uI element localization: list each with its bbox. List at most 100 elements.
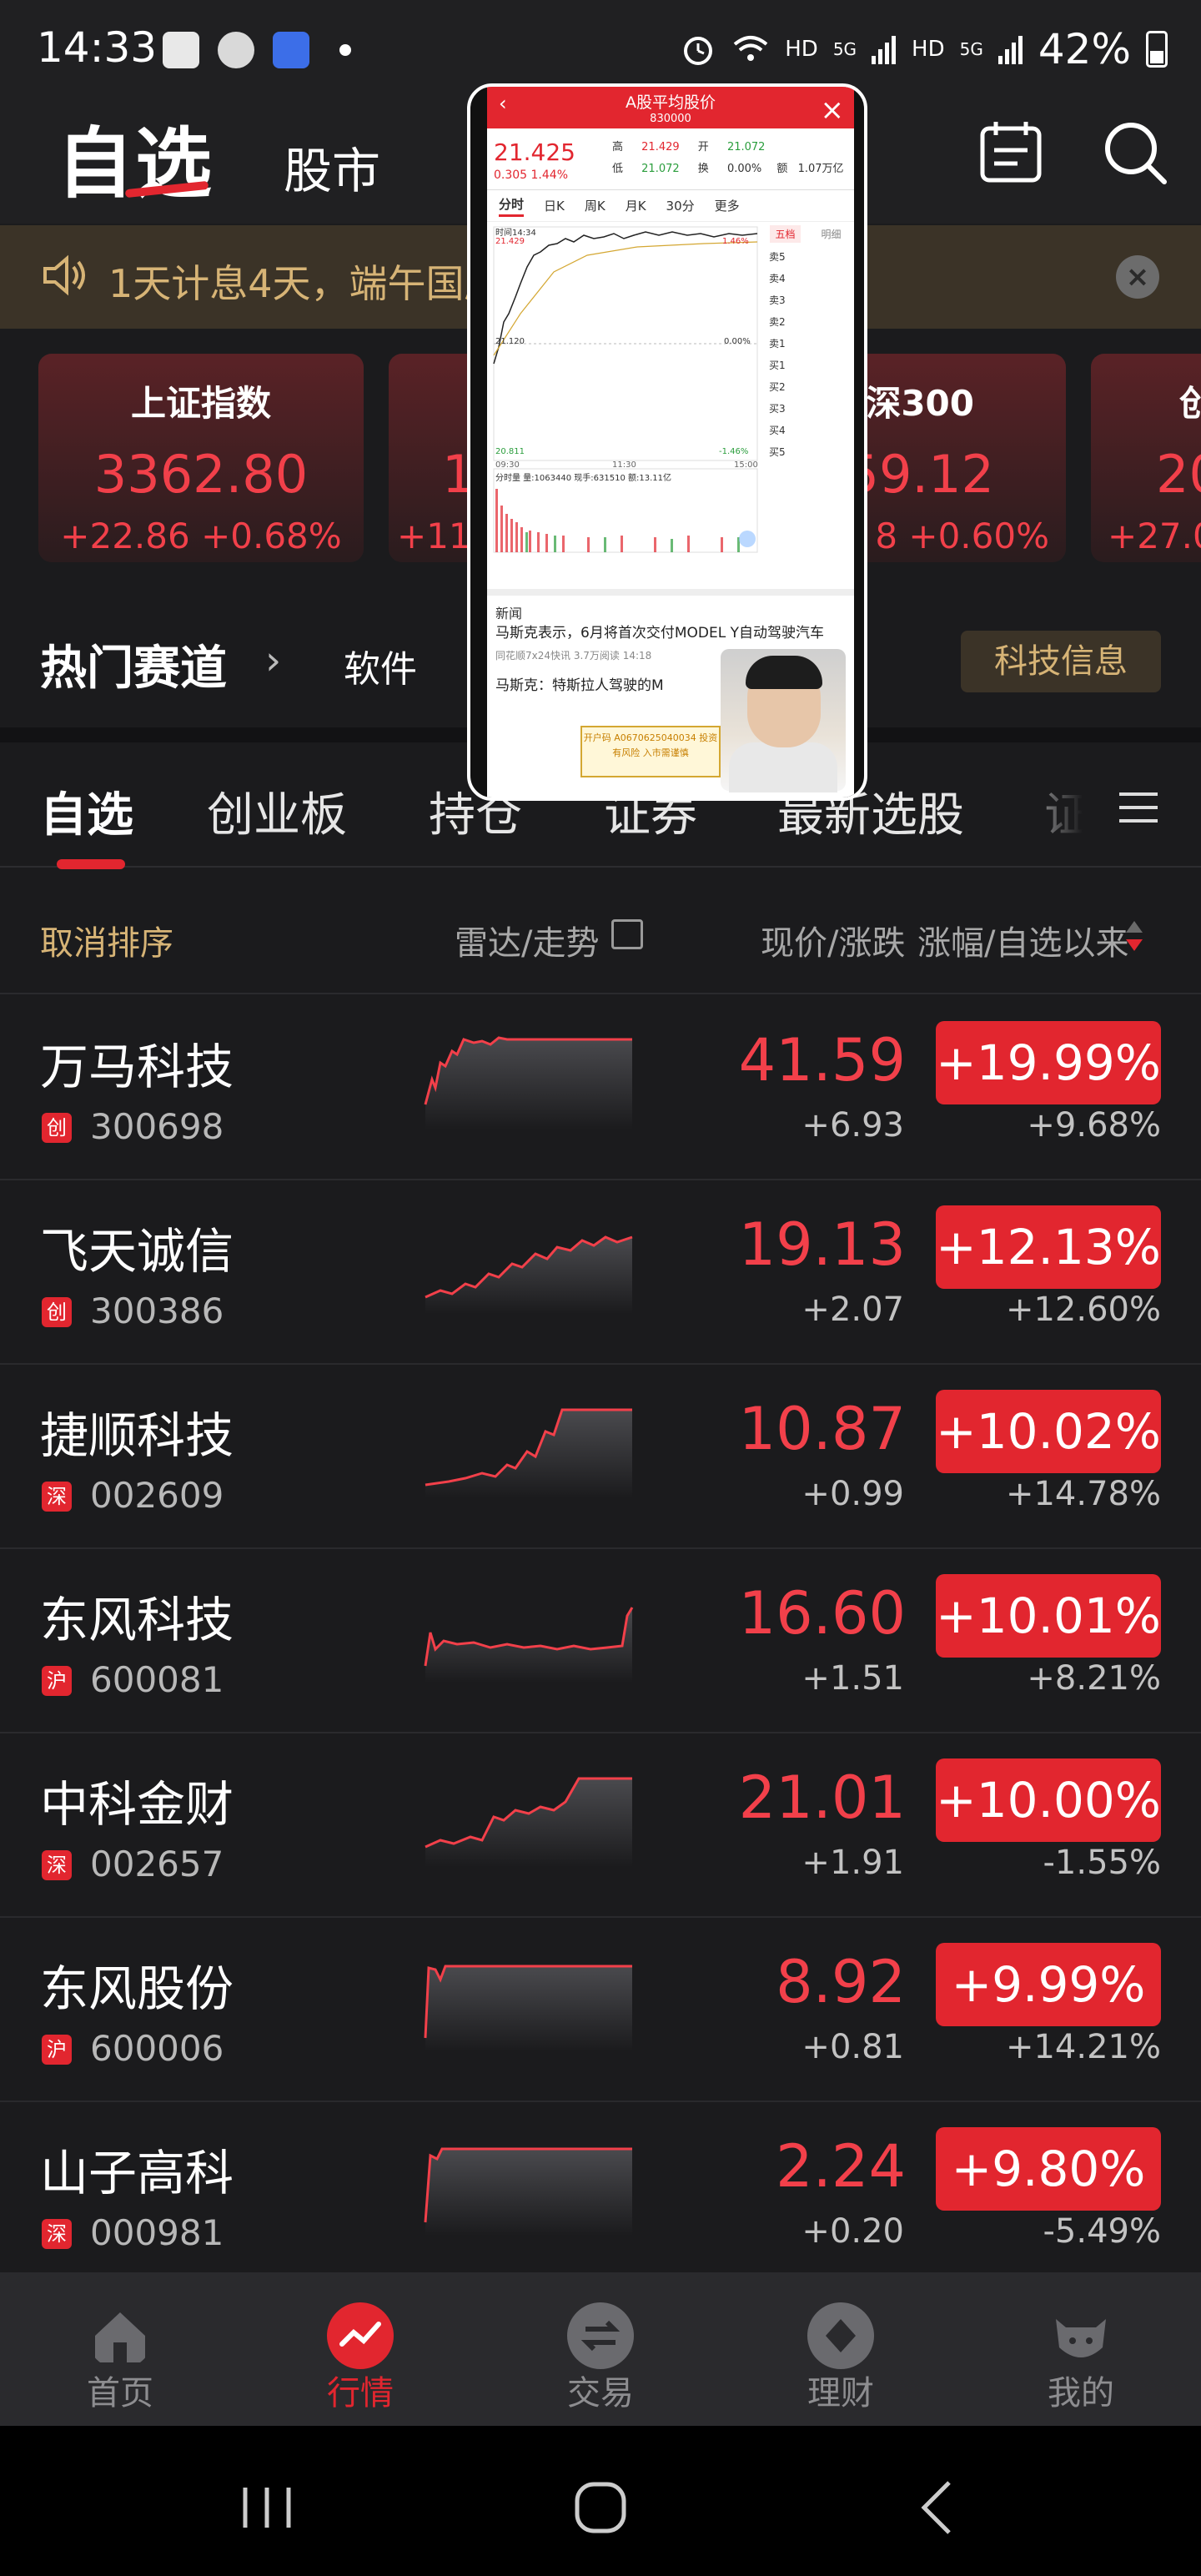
stock-price: 2.24 [776,2132,906,2201]
stock-name: 东风科技 [40,1592,234,1648]
stock-pct-badge[interactable]: +10.01% [936,1574,1161,1658]
stock-code: 002609 [90,1475,224,1516]
stock-row[interactable]: 中科金财 深 002657 21.01 +1.91 +10.00% -1.55% [0,1733,1201,1918]
pip-book-row: 卖3 [769,294,786,306]
column-header: 取消排序 雷达/走势 现价/涨跌 涨幅/自选以来 [0,869,1201,994]
stock-code: 600006 [90,2028,224,2069]
pip-book-row: 买2 [769,381,786,393]
stock-change: +1.91 [802,1844,904,1882]
hot-track-item[interactable]: 软件 [344,639,417,692]
index-change: +27.0 [1108,516,1201,556]
tab-watchlist[interactable]: 自选 [40,777,133,845]
pip-turn: 0.00% [726,163,762,175]
stock-pct-badge[interactable]: +9.80% [936,2127,1161,2211]
stock-name: 山子高科 [40,2145,234,2201]
pct-since-header[interactable]: 涨幅/自选以来 [917,916,1128,964]
gallery-icon [163,32,199,68]
stock-change: +0.81 [802,2028,904,2066]
market-badge: 深 [42,1482,72,1512]
active-tab-indicator [57,859,125,869]
presenter-body [729,742,837,792]
stock-pct-badge[interactable]: +19.99% [936,1021,1161,1104]
stock-name: 东风股份 [40,1960,234,2017]
index-card[interactable]: 创 20 +27.0 [1091,354,1201,562]
wifi-icon [733,36,768,61]
pip-book-row: 买3 [769,403,786,415]
cancel-sort-button[interactable]: 取消排序 [40,916,173,964]
stock-name: 捷顺科技 [40,1407,234,1464]
stock-pct-badge[interactable]: +12.13% [936,1205,1161,1289]
pip-code: 830000 [650,113,691,125]
since-added-pct: +9.68% [1027,1106,1161,1145]
hot-tracks-title[interactable]: 热门赛道 [40,631,227,698]
hot-track-tag[interactable]: 科技信息 [961,631,1161,692]
stock-row[interactable]: 万马科技 创 300698 41.59 +6.93 +19.99% +9.68% [0,996,1201,1180]
pip-header: ‹ A股平均股价 830000 [487,87,854,128]
stock-code: 300698 [90,1106,224,1147]
trend-sparkline [424,1607,634,1683]
nav-market[interactable]: 行情 [240,2272,480,2426]
nav-trade[interactable]: 交易 [480,2272,721,2426]
stock-change: +1.51 [802,1659,904,1698]
pip-tab: 更多 [714,199,740,214]
more-notifications-icon [339,44,351,56]
stock-pct-badge[interactable]: +9.99% [936,1943,1161,2026]
nav-label: 行情 [327,2374,394,2412]
pip-book-row: 买4 [769,425,786,436]
stock-row[interactable]: 飞天诚信 创 300386 19.13 +2.07 +12.13% +12.60… [0,1180,1201,1365]
index-card[interactable]: 上证指数 3362.80 +22.86 +0.68% [38,354,364,562]
market-icon [327,2302,394,2369]
stock-pct-badge[interactable]: +10.02% [936,1390,1161,1473]
chevron-right-icon[interactable]: › [265,637,281,684]
tab-gem-board[interactable]: 创业板 [207,777,347,845]
toggle-view-icon[interactable] [611,919,643,949]
nav-label: 理财 [807,2374,874,2412]
pip-price: 21.425 [494,138,575,166]
index-value: 3362.80 [93,444,309,505]
trend-sparkline [425,1408,632,1498]
pip-quote: 21.425 0.305 1.44% 高 21.429 开 21.072 低 2… [487,128,854,190]
stock-row[interactable]: 山子高科 深 000981 2.24 +0.20 +9.80% -5.49% [0,2102,1201,2272]
market-badge: 创 [42,1113,72,1143]
stock-row[interactable]: 捷顺科技 深 002609 10.87 +0.99 +10.02% +14.78… [0,1365,1201,1549]
pip-change: 0.305 1.44% [494,169,569,182]
back-icon[interactable] [906,2474,972,2541]
status-right: HD 5G HD 5G 42% [680,25,1168,73]
network-hd-2: HD [912,37,945,62]
recent-apps-icon[interactable] [234,2474,300,2541]
stock-row[interactable]: 东风股份 沪 600006 8.92 +0.81 +9.99% +14.21% [0,1918,1201,2102]
stock-row[interactable]: 东风科技 沪 600081 16.60 +1.51 +10.01% +8.21% [0,1549,1201,1733]
pip-book-row: 买1 [769,360,786,371]
pip-high: 21.429 [641,141,680,153]
stock-name: 飞天诚信 [40,1223,234,1280]
pip-pct-mid: 0.00% [724,337,751,346]
pip-intraday-chart: 时间14:34 21.429 21.120 20.811 1.46% 0.00%… [487,222,854,589]
nav-profile[interactable]: 我的 [961,2272,1201,2426]
system-nav-bar [0,2426,1201,2576]
pip-pct-bottom: -1.46% [719,447,749,456]
alarm-icon [684,37,713,65]
price-change-header[interactable]: 现价/涨跌 [761,916,905,964]
floating-video-window[interactable]: ‹ A股平均股价 830000 21.425 0.305 1.44% 高 21.… [467,83,867,801]
tab-market[interactable]: 股市 [284,132,380,202]
radar-trend-header[interactable]: 雷达/走势 [455,916,599,964]
finance-icon [807,2302,874,2369]
calendar-icon[interactable] [976,117,1046,187]
pip-tab: 分时 [499,195,525,217]
close-icon[interactable]: × [1116,255,1159,299]
nav-home[interactable]: 首页 [0,2272,240,2426]
sort-icon[interactable] [1124,919,1144,953]
presenter-video [721,649,846,792]
home-button-icon[interactable] [567,2474,634,2541]
pip-chart-mid: 21.120 [495,337,525,346]
menu-icon[interactable] [1119,791,1158,824]
pip-time-start: 09:30 [495,460,520,470]
stock-pct-badge[interactable]: +10.00% [936,1758,1161,1842]
search-icon[interactable] [1099,117,1169,187]
pip-book-row: 卖2 [769,316,786,328]
close-icon[interactable]: × [821,93,845,127]
pip-news-meta: 同花顺7x24快讯 3.7万阅读 14:18 [495,650,652,662]
nav-finance[interactable]: 理财 [721,2272,961,2426]
index-name: 上证指数 [130,383,271,424]
speaker-icon [43,254,85,296]
